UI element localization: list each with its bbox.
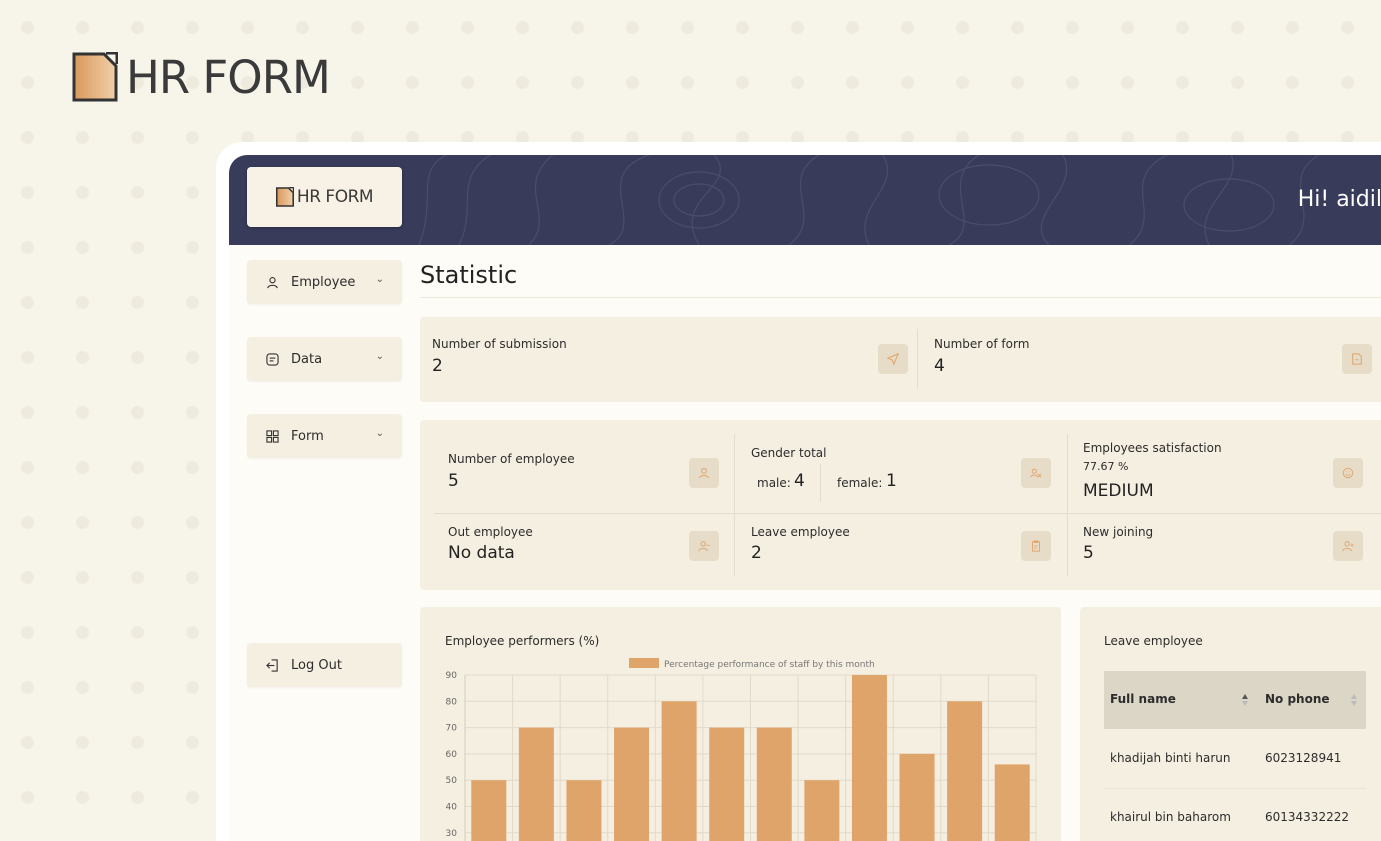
employee-count-value: 5 — [448, 471, 459, 491]
grid-icon — [265, 429, 279, 443]
user-minus-icon — [689, 531, 719, 561]
satisfaction-level: MEDIUM — [1083, 481, 1154, 501]
y-tick-label: 40 — [446, 803, 458, 813]
table-cell-name: khadijah binti harun — [1110, 751, 1231, 765]
brand-title: HR FORM — [126, 50, 331, 104]
table-row-divider — [1104, 788, 1366, 789]
logout-icon — [265, 658, 279, 672]
stat-divider — [1067, 434, 1068, 576]
chart-bar — [851, 675, 887, 841]
chart-bar — [804, 780, 840, 841]
chart-bar — [899, 753, 935, 841]
chart-bar — [994, 764, 1030, 841]
female-label: female: — [837, 476, 883, 490]
table-cell-name: khairul bin baharom — [1110, 810, 1231, 824]
table-cell-phone: 6023128941 — [1265, 751, 1342, 765]
logout-label: Log Out — [291, 657, 342, 673]
submission-stats-card: Number of submission 2 Number of form 4 — [420, 317, 1381, 402]
chart-bar — [471, 780, 507, 841]
gender-divider — [820, 464, 821, 502]
app-window: HR FORM Hi! aidil Employee ⌄ Data ⌄ Form… — [229, 155, 1381, 841]
users-icon — [1021, 458, 1051, 488]
form-count-label: Number of form — [934, 337, 1030, 351]
sort-icon[interactable] — [1241, 693, 1249, 707]
submission-label: Number of submission — [432, 337, 567, 351]
title-divider — [420, 297, 1381, 298]
leave-employee-card: Leave employee Full name No phone khadij… — [1080, 607, 1381, 841]
user-icon — [689, 458, 719, 488]
send-icon — [878, 344, 908, 374]
male-count: 4 — [794, 471, 805, 491]
form-count-value: 4 — [934, 356, 945, 376]
chevron-down-icon: ⌄ — [375, 428, 384, 439]
message-square-icon — [265, 352, 279, 366]
y-tick-label: 30 — [446, 829, 458, 839]
y-tick-label: 60 — [446, 750, 458, 760]
sidebar-item-employee[interactable]: Employee ⌄ — [247, 260, 402, 304]
logout-button[interactable]: Log Out — [247, 643, 402, 687]
chart-bar — [661, 701, 697, 841]
chart-bar — [566, 780, 602, 841]
sort-icon[interactable] — [1350, 693, 1358, 707]
topbar-logo[interactable]: HR FORM — [247, 167, 402, 227]
legend-label: Percentage performance of staff by this … — [664, 660, 875, 670]
chart-bar — [614, 727, 650, 841]
new-joining-label: New joining — [1083, 525, 1154, 539]
table-header: Full name No phone — [1104, 671, 1366, 729]
out-employee-value: No data — [448, 543, 515, 563]
user-plus-icon — [1333, 531, 1363, 561]
row-divider — [434, 513, 1381, 514]
chart-bar — [709, 727, 745, 841]
sidebar-item-label: Data — [291, 351, 323, 367]
page-title: Statistic — [420, 261, 518, 289]
chevron-down-icon: ⌄ — [375, 351, 384, 362]
document-logo-icon — [275, 187, 294, 207]
stat-divider — [917, 329, 918, 389]
satisfaction-percent: 77.67 % — [1083, 460, 1129, 473]
employee-stats-card: Number of employee 5 Gender total male: … — [420, 420, 1381, 590]
column-header-full-name[interactable]: Full name — [1110, 692, 1176, 706]
sidebar-item-label: Employee — [291, 274, 356, 290]
y-tick-label: 50 — [446, 776, 458, 786]
column-header-phone[interactable]: No phone — [1265, 692, 1330, 706]
y-tick-label: 90 — [446, 671, 458, 681]
clipboard-icon — [1021, 531, 1051, 561]
out-employee-label: Out employee — [448, 525, 533, 539]
user-greeting: Hi! aidil — [1297, 187, 1381, 212]
performance-chart-card: Employee performers (%) Percentage perfo… — [420, 607, 1061, 841]
sidebar-item-form[interactable]: Form ⌄ — [247, 414, 402, 458]
chevron-down-icon: ⌄ — [375, 274, 384, 285]
y-tick-label: 70 — [446, 724, 458, 734]
submission-value: 2 — [432, 356, 443, 376]
stat-divider — [734, 434, 735, 576]
employee-count-label: Number of employee — [448, 452, 575, 466]
leave-employee-label: Leave employee — [751, 525, 850, 539]
leave-employee-value: 2 — [751, 543, 762, 563]
chart-bar — [518, 727, 554, 841]
chart-bar — [947, 701, 983, 841]
file-icon — [1342, 344, 1372, 374]
male-label: male: — [757, 476, 791, 490]
top-bar: HR FORM Hi! aidil — [229, 155, 1381, 245]
performance-bar-chart: Percentage performance of staff by this … — [446, 658, 1037, 841]
legend-swatch — [629, 658, 659, 668]
brand-logo: HR FORM — [72, 50, 331, 104]
sidebar-item-label: Form — [291, 428, 324, 444]
leave-card-title: Leave employee — [1104, 634, 1203, 648]
sidebar-item-data[interactable]: Data ⌄ — [247, 337, 402, 381]
female-count: 1 — [886, 471, 897, 491]
table-cell-phone: 60134332222 — [1265, 810, 1349, 824]
satisfaction-label: Employees satisfaction — [1083, 441, 1222, 455]
new-joining-value: 5 — [1083, 543, 1094, 563]
y-tick-label: 80 — [446, 697, 458, 707]
smile-icon — [1333, 458, 1363, 488]
chart-bar — [756, 727, 792, 841]
user-icon — [265, 275, 279, 289]
topbar-brand-title: HR FORM — [296, 187, 374, 207]
document-logo-icon — [72, 52, 118, 102]
gender-total-label: Gender total — [751, 446, 827, 460]
